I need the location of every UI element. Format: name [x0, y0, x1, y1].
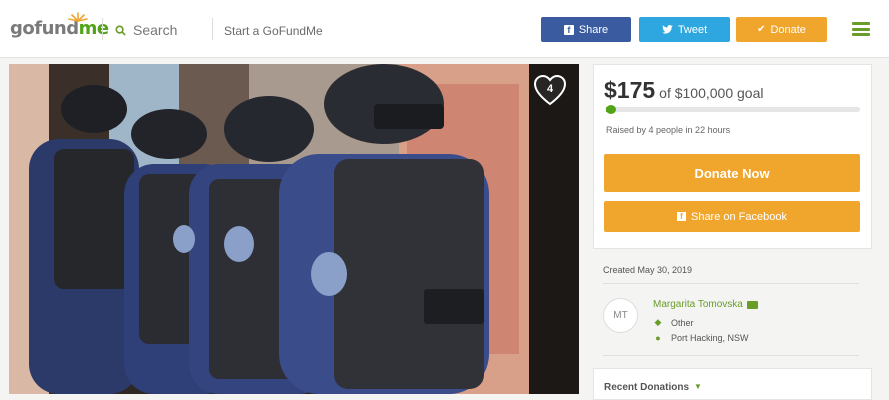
search-icon	[115, 24, 126, 36]
tweet-label: Tweet	[677, 23, 708, 36]
recent-donations-panel: Recent Donations ▼	[593, 368, 872, 400]
raised-amount: $175	[604, 77, 656, 103]
sun-icon	[68, 12, 88, 22]
checkmark-icon: ✔	[757, 24, 766, 35]
search-link[interactable]: Search	[115, 22, 177, 38]
divider	[603, 355, 859, 356]
raised-summary: $175 of $100,000 goal	[604, 77, 764, 104]
share-label: Share	[578, 23, 609, 36]
share-facebook-label: Share on Facebook	[690, 210, 787, 223]
nav-divider	[102, 18, 103, 40]
tag-icon: ◆	[654, 317, 662, 327]
menu-bar	[852, 33, 870, 36]
organizer-name-link[interactable]: Margarita Tomovska	[653, 299, 758, 310]
tweet-button[interactable]: Tweet	[639, 17, 730, 42]
police-officers-photo	[9, 64, 579, 394]
chevron-down-icon: ▼	[694, 382, 702, 391]
share-button[interactable]: f Share	[541, 17, 631, 42]
progress-knob	[606, 105, 616, 114]
gofundme-logo[interactable]: gofundme	[10, 18, 109, 39]
donation-card: $175 of $100,000 goal Raised by 4 people…	[593, 64, 872, 249]
top-nav: gofundme Search Start a GoFundMe f Share…	[0, 0, 889, 58]
organizer-name: Margarita Tomovska	[653, 299, 743, 310]
organizer-category: Other	[671, 317, 694, 328]
donate-button[interactable]: ✔ Donate	[736, 17, 827, 42]
search-label: Search	[133, 22, 178, 38]
recent-donations-label: Recent Donations	[604, 382, 690, 393]
created-date: Created May 30, 2019	[603, 265, 693, 275]
recent-donations-toggle[interactable]: Recent Donations ▼	[604, 382, 702, 393]
goal-text: of $100,000 goal	[659, 85, 764, 101]
organizer-avatar: MT	[603, 298, 638, 333]
start-gofundme-link[interactable]: Start a GoFundMe	[224, 24, 323, 38]
divider	[603, 283, 859, 284]
facebook-icon: f	[676, 212, 686, 221]
share-on-facebook-button[interactable]: f Share on Facebook	[604, 201, 860, 232]
organizer-category-row: ◆ Other	[653, 317, 694, 328]
donate-now-button[interactable]: Donate Now	[604, 154, 860, 192]
heart-count: 4	[546, 83, 554, 95]
donate-label: Donate	[770, 23, 806, 36]
menu-bar	[852, 22, 870, 25]
envelope-icon[interactable]	[746, 300, 758, 309]
menu-bar	[852, 27, 870, 31]
campaign-hero-image	[9, 64, 579, 394]
progress-bar	[606, 105, 860, 114]
twitter-bird-icon	[661, 25, 673, 34]
heart-button[interactable]: 4	[533, 74, 567, 108]
facebook-icon: f	[563, 24, 574, 35]
nav-divider	[212, 18, 213, 40]
location-pin-icon: ●	[655, 333, 661, 343]
organizer-location-row: ● Port Hacking, NSW	[653, 333, 749, 343]
organizer-location: Port Hacking, NSW	[671, 333, 749, 343]
raised-note: Raised by 4 people in 22 hours	[606, 125, 731, 135]
hamburger-menu-icon[interactable]	[852, 22, 870, 36]
